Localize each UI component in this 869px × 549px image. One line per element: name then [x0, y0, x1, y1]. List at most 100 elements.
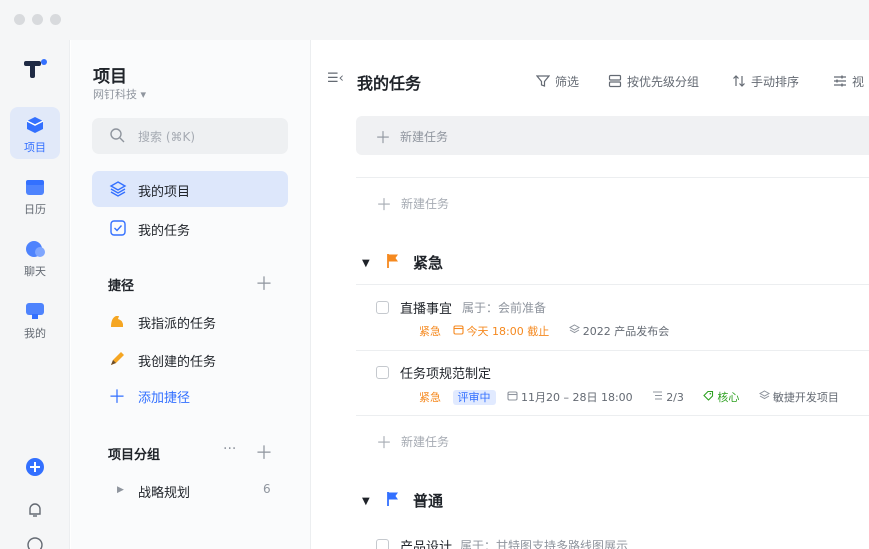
group-icon — [608, 74, 622, 88]
calendar-small-icon — [452, 325, 464, 335]
nav-label: 我的项目 — [138, 185, 191, 200]
group-count: 6 — [263, 482, 271, 496]
window-close-dot[interactable] — [14, 14, 25, 25]
task-meta: 紧急 评审中 11月20 – 28日 18:00 2/3 核心 敏捷开发项目 — [419, 389, 855, 405]
sort-label: 手动排序 — [751, 75, 800, 89]
search-icon — [110, 128, 125, 143]
add-group-plus-icon[interactable]: ＋ — [255, 439, 273, 465]
group-by-button[interactable]: 按优先级分组 — [608, 73, 699, 90]
sidebar: 项目 网钉科技 ▾ 搜索 (⌘K) 我的项目 我的任务 捷径 ＋ 我指派的任务 … — [71, 40, 311, 549]
search-input[interactable]: 搜索 (⌘K) — [92, 118, 288, 154]
app-logo-icon — [24, 59, 47, 78]
task-parent: 属于：甘特图支持多路线图展示 — [460, 539, 629, 549]
task-meta: 紧急 今天 18:00 截止 2022 产品发布会 — [419, 323, 685, 339]
nav-item-my-projects[interactable]: 我的项目 — [92, 171, 288, 207]
divider — [356, 284, 869, 285]
add-circle-icon[interactable] — [25, 457, 45, 477]
shortcuts-heading: 捷径 — [108, 279, 135, 294]
more-icon[interactable]: ··· — [223, 441, 236, 457]
task-name: 产品设计 — [400, 540, 453, 549]
rail-label: 日历 — [24, 203, 46, 216]
add-shortcut-label: 添加捷径 — [138, 391, 191, 406]
nav-label: 我的任务 — [138, 224, 191, 239]
app-window: 项目 日历 聊天 我的 项目 网钉科技 ▾ 搜索 (⌘K) 我的项目 我的任务 … — [0, 0, 869, 549]
layers-small-icon — [568, 324, 580, 334]
group-label: 紧急 — [413, 254, 444, 272]
plus-icon: ＋ — [108, 387, 126, 408]
blue-flag-icon — [387, 492, 398, 506]
task-checkbox[interactable] — [376, 301, 389, 314]
rail-item-chat[interactable]: 聊天 — [10, 231, 60, 283]
pencil-icon — [111, 352, 124, 365]
new-task-label: 新建任务 — [401, 197, 450, 211]
due-date: 今天 18:00 截止 — [452, 323, 558, 339]
layers-icon — [109, 181, 127, 197]
group-by-label: 按优先级分组 — [627, 75, 700, 89]
rail-label: 项目 — [24, 141, 46, 154]
chat-icon — [26, 241, 45, 257]
flexed-arm-icon — [111, 316, 123, 327]
projects-icon — [26, 117, 44, 133]
rail-item-calendar[interactable]: 日历 — [10, 169, 60, 221]
task-checkbox[interactable] — [376, 539, 389, 549]
sidebar-title: 项目 — [93, 67, 127, 87]
collapse-sidebar-icon[interactable]: ☰‹ — [327, 71, 344, 86]
caret-down-icon: ▼ — [362, 258, 370, 269]
nav-item-my-tasks[interactable]: 我的任务 — [92, 210, 288, 246]
status-badge: 评审中 — [452, 389, 496, 405]
calendar-icon — [26, 180, 44, 195]
divider — [356, 177, 869, 178]
filter-icon — [536, 75, 550, 87]
settings-sliders-icon — [834, 75, 846, 87]
window-minimize-dot[interactable] — [32, 14, 43, 25]
layers-small-icon — [758, 390, 770, 400]
sort-icon — [733, 75, 745, 87]
project-text: 敏捷开发项目 — [772, 391, 839, 404]
sort-button[interactable]: 手动排序 — [732, 73, 799, 90]
task-name: 任务项规范制定 — [400, 367, 492, 382]
divider — [356, 350, 869, 351]
task-parent: 属于：会前准备 — [462, 301, 547, 315]
group-label: 普通 — [413, 492, 444, 510]
task-tag: 核心 — [703, 389, 747, 405]
task-project: 2022 产品发布会 — [568, 323, 678, 339]
date-range-text: 11月20 – 28日 18:00 — [521, 391, 633, 404]
plus-icon: ＋ — [376, 195, 393, 214]
add-shortcut-plus-icon[interactable]: ＋ — [255, 270, 273, 296]
subtask-text: 2/3 — [666, 390, 684, 404]
rail-label: 我的 — [24, 327, 46, 340]
new-task-input[interactable]: ＋ 新建任务 — [356, 116, 869, 155]
new-task-placeholder: 新建任务 — [400, 130, 449, 144]
title-bar — [0, 0, 869, 40]
task-checkbox[interactable] — [376, 366, 389, 379]
rail-item-me[interactable]: 我的 — [10, 293, 60, 345]
filter-button[interactable]: 筛选 — [536, 73, 579, 90]
tag-icon — [703, 390, 714, 401]
caret-right-icon: ▶ — [117, 485, 124, 495]
checkbox-icon — [110, 220, 126, 236]
divider — [356, 415, 869, 416]
main-panel: ☰‹ 我的任务 筛选 按优先级分组 手动排序 视 ＋ 新建任务 ＋ 新建任务 ▼… — [312, 40, 869, 549]
orange-flag-icon — [387, 254, 398, 268]
shortcut-label: 我指派的任务 — [138, 317, 217, 332]
help-icon[interactable] — [25, 535, 45, 549]
org-switcher[interactable]: 网钉科技 ▾ — [93, 86, 146, 102]
caret-down-icon: ▼ — [362, 496, 370, 507]
tag-text: 核心 — [717, 391, 740, 404]
plus-icon: ＋ — [376, 433, 393, 452]
view-button[interactable]: 视 — [833, 73, 864, 90]
date-range: 11月20 – 28日 18:00 — [507, 389, 641, 405]
rail-item-projects[interactable]: 项目 — [10, 107, 60, 159]
view-label: 视 — [852, 75, 865, 89]
subtask-count: 2/3 — [652, 390, 692, 404]
app-rail: 项目 日历 聊天 我的 — [0, 40, 70, 549]
plus-icon: ＋ — [375, 128, 392, 147]
new-task-label: 新建任务 — [401, 435, 450, 449]
window-maximize-dot[interactable] — [50, 14, 61, 25]
bell-icon[interactable] — [25, 500, 45, 520]
filter-label: 筛选 — [555, 75, 580, 89]
search-placeholder: 搜索 (⌘K) — [138, 130, 196, 144]
project-groups-heading: 项目分组 — [108, 448, 161, 463]
calendar-small-icon — [507, 391, 518, 401]
profile-icon — [26, 303, 44, 319]
